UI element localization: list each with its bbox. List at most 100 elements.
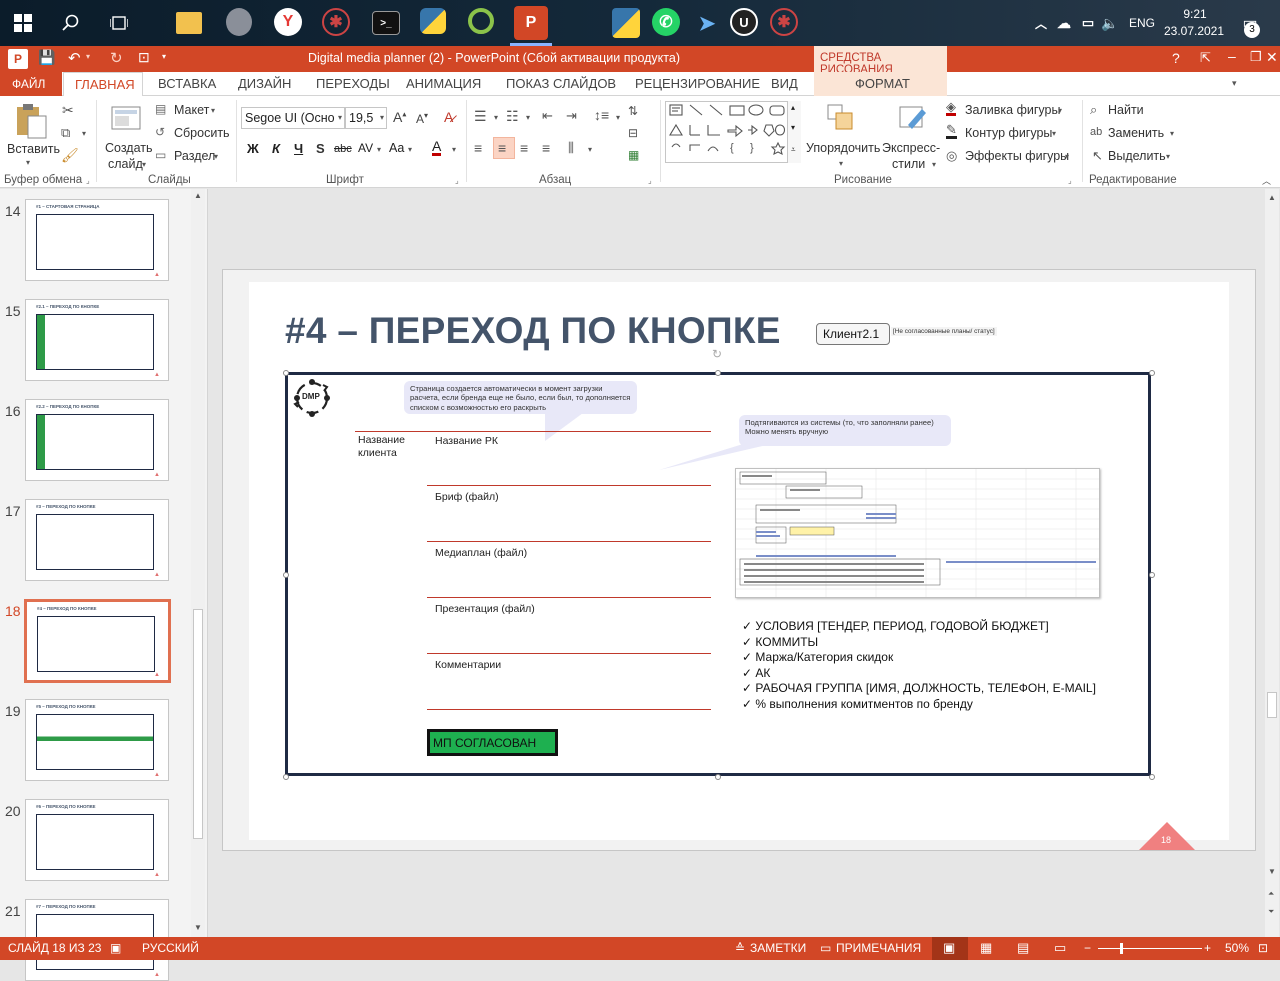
chevron-up-icon[interactable]: ︿ [1032, 8, 1050, 38]
justify-icon[interactable]: ≡ [542, 140, 550, 156]
form-field-label[interactable]: Бриф (файл) [435, 491, 499, 503]
numbering-dropdown-icon[interactable]: ▾ [526, 113, 530, 122]
clock-date[interactable]: 23.07.2021 [1162, 24, 1226, 38]
system-pull-note-bubble[interactable]: Подтягиваются из системы (то, что заполн… [739, 415, 951, 446]
cloud-icon[interactable]: ☁ [1054, 8, 1074, 38]
zoom-slider-thumb[interactable] [1120, 943, 1123, 954]
new-slide-button[interactable]: Создать слайд ▾ [102, 100, 153, 172]
qgis-icon[interactable] [468, 8, 494, 34]
scroll-down-icon[interactable]: ▼ [194, 923, 202, 932]
font-launcher-icon[interactable]: ⌟ [455, 176, 459, 185]
align-left-icon[interactable]: ≡ [474, 140, 482, 156]
decrease-font-icon[interactable]: A▾ [416, 111, 428, 126]
slide-thumbnail[interactable]: #3 – ПЕРЕХОД ПО КНОПКЕ ▲ [25, 499, 169, 581]
network-icon[interactable]: ▭ [1078, 8, 1098, 38]
notes-icon[interactable]: ≙ [735, 941, 745, 955]
web-app-icon[interactable]: ✱ [322, 8, 350, 36]
line-spacing-icon[interactable]: ↕≡ [594, 107, 609, 123]
text-direction-icon[interactable]: ⇅ [628, 104, 638, 118]
search-icon[interactable] [56, 8, 86, 38]
change-case-dropdown-icon[interactable]: ▾ [408, 145, 412, 154]
selection-handle[interactable] [715, 370, 721, 376]
form-field-label[interactable]: Презентация (файл) [435, 603, 535, 615]
python-icon[interactable] [420, 8, 446, 34]
save-icon[interactable]: 💾 [38, 49, 55, 66]
tab-design[interactable]: ДИЗАЙН [238, 76, 291, 91]
yandex-browser-icon[interactable]: Y [274, 8, 302, 36]
file-explorer-icon[interactable] [176, 12, 202, 34]
slide-thumbnail[interactable]: #5 – ПЕРЕХОД ПО КНОПКЕ ▲ [25, 699, 169, 781]
slide-thumbnail[interactable]: #1 – СТАРТОВАЯ СТРАНИЦА ▲ [25, 199, 169, 281]
slide-thumbnail[interactable]: #6 – ПЕРЕХОД ПО КНОПКЕ ▲ [25, 799, 169, 881]
thumbnail-scrollbar[interactable]: ▲ ▼ [191, 189, 205, 937]
increase-font-icon[interactable]: A▴ [393, 109, 406, 125]
tab-format[interactable]: ФОРМАТ [814, 72, 947, 96]
slide-18[interactable]: #4 – ПЕРЕХОД ПО КНОПКЕ Клиент2.1 [Не сог… [249, 282, 1229, 850]
line-spacing-dropdown-icon[interactable]: ▾ [616, 113, 620, 122]
drawing-launcher-icon[interactable]: ⌟ [1068, 176, 1072, 185]
italic-icon[interactable]: К [272, 141, 280, 156]
char-spacing-dropdown-icon[interactable]: ▾ [377, 145, 381, 154]
tab-file[interactable]: ФАЙЛ [0, 72, 62, 96]
font-color-dropdown-icon[interactable]: ▾ [452, 145, 456, 154]
status-note[interactable]: [Не согласованные планы/ статус] [891, 327, 997, 336]
auto-created-note-bubble[interactable]: Страница создается автоматически в момен… [404, 381, 637, 414]
spider-app-icon[interactable]: ✱ [770, 8, 798, 36]
client-name-label[interactable]: Название клиента [358, 434, 418, 459]
editor-scroll-up-icon[interactable]: ▲ [1268, 193, 1276, 202]
select-button[interactable]: ↖ Выделить ▾ [1090, 148, 1174, 166]
quick-styles-button[interactable]: Экспресс- стили ▾ [880, 100, 942, 172]
clock-time[interactable]: 9:21 [1170, 7, 1220, 21]
form-field-label[interactable]: Комментарии [435, 659, 501, 671]
shapes-gallery-scroll[interactable]: ▴ ▾ ⩡ [787, 101, 801, 163]
format-painter-icon[interactable]: 🖌 [61, 147, 79, 164]
powerpoint-app-icon[interactable]: P [8, 49, 28, 69]
numbering-icon[interactable]: ☷ [506, 108, 519, 125]
replace-button[interactable]: ab Заменить ▾ [1090, 125, 1180, 143]
selection-handle[interactable] [1149, 572, 1155, 578]
slide-title[interactable]: #4 – ПЕРЕХОД ПО КНОПКЕ [285, 310, 781, 352]
arrange-button[interactable]: Упорядочить ▾ [806, 100, 880, 172]
font-color-icon[interactable]: A [432, 139, 442, 156]
increase-indent-icon[interactable]: ⇥ [566, 108, 577, 124]
tab-slideshow[interactable]: ПОКАЗ СЛАЙДОВ [506, 76, 616, 91]
account-dropdown-icon[interactable]: ▾ [1232, 78, 1237, 89]
slide-counter[interactable]: СЛАЙД 18 ИЗ 23 [8, 941, 101, 955]
bold-icon[interactable]: Ж [247, 141, 259, 156]
spellcheck-icon[interactable]: ▣ [110, 941, 121, 955]
selection-handle[interactable] [283, 370, 289, 376]
reading-view-icon[interactable]: ▤ [1017, 940, 1029, 956]
change-case-icon[interactable]: Aa [389, 141, 404, 155]
telegram-icon[interactable]: ➤ [692, 8, 722, 38]
comments-button[interactable]: ПРИМЕЧАНИЯ [836, 941, 921, 955]
windows-start-icon[interactable] [8, 8, 38, 38]
normal-view-button[interactable]: ▣ [932, 937, 968, 960]
undo-icon[interactable]: ↶ [68, 49, 81, 67]
presenter-icon[interactable]: ⊡ [138, 49, 150, 66]
slide-thumbnail[interactable]: #2.2 – ПЕРЕХОД ПО КНОПКЕ ▲ [25, 399, 169, 481]
bullets-icon[interactable]: ☰ [474, 108, 487, 125]
form-field-label[interactable]: Название РК [435, 435, 498, 447]
ribbon-display-icon[interactable]: ⇱ [1200, 50, 1211, 66]
scroll-thumb[interactable] [193, 609, 203, 839]
previous-slide-icon[interactable]: ⏶ [1268, 889, 1274, 899]
selection-handle[interactable] [283, 774, 289, 780]
zoom-out-icon[interactable]: − [1084, 941, 1091, 955]
slide-thumbnail[interactable]: #2.1 – ПЕРЕХОД ПО КНОПКЕ ▲ [25, 299, 169, 381]
next-slide-icon[interactable]: ⏷ [1268, 907, 1274, 917]
powerpoint-taskbar-icon[interactable]: P [514, 6, 548, 40]
smartart-icon[interactable]: ▦ [628, 148, 639, 162]
shadow-icon[interactable]: S [316, 141, 325, 156]
align-text-icon[interactable]: ⊟ [628, 126, 638, 140]
language-indicator[interactable]: ENG [1124, 8, 1160, 38]
unreal-engine-icon[interactable]: U [730, 8, 758, 36]
editor-scroll-down-icon[interactable]: ▼ [1268, 867, 1276, 876]
underline-icon[interactable]: Ч [294, 141, 303, 156]
shape-fill-button[interactable]: ◈ Заливка фигуры ▾ [946, 100, 1071, 120]
whatsapp-icon[interactable]: ✆ [652, 8, 680, 36]
redo-icon[interactable]: ↻ [110, 49, 123, 67]
tab-animation[interactable]: АНИМАЦИЯ [406, 76, 481, 91]
help-icon[interactable]: ? [1172, 50, 1180, 66]
comments-icon[interactable]: ▭ [820, 941, 831, 955]
bullets-dropdown-icon[interactable]: ▾ [494, 113, 498, 122]
